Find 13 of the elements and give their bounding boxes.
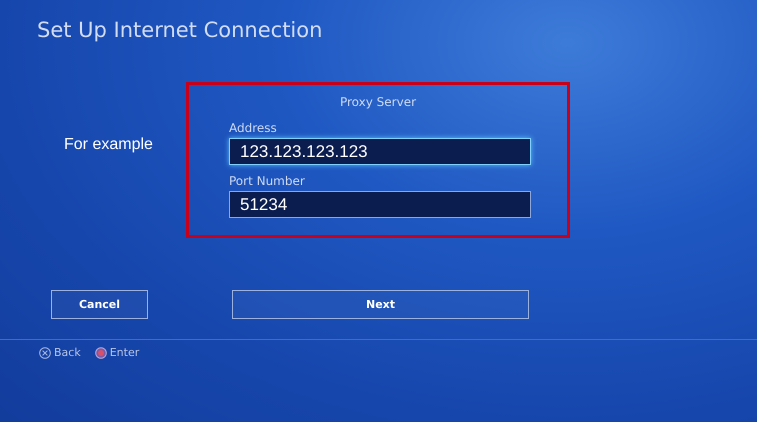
field-label: Port Number xyxy=(229,174,305,188)
hint-label: Back xyxy=(54,346,81,359)
field-label: Address xyxy=(229,121,277,135)
cross-button-icon xyxy=(39,346,51,358)
circle-button-icon xyxy=(94,346,107,358)
window-title: Set Up Internet Connection xyxy=(37,18,322,42)
panel-title: Proxy Server xyxy=(340,95,416,109)
hint-label: Enter xyxy=(110,346,140,359)
next-button[interactable]: Next xyxy=(232,290,529,319)
input-field[interactable]: 123.123.123.123 xyxy=(229,138,531,165)
input-field[interactable]: 51234 xyxy=(229,191,531,218)
cancel-button[interactable]: Cancel xyxy=(51,290,148,319)
annotation-text: For example xyxy=(64,136,154,154)
